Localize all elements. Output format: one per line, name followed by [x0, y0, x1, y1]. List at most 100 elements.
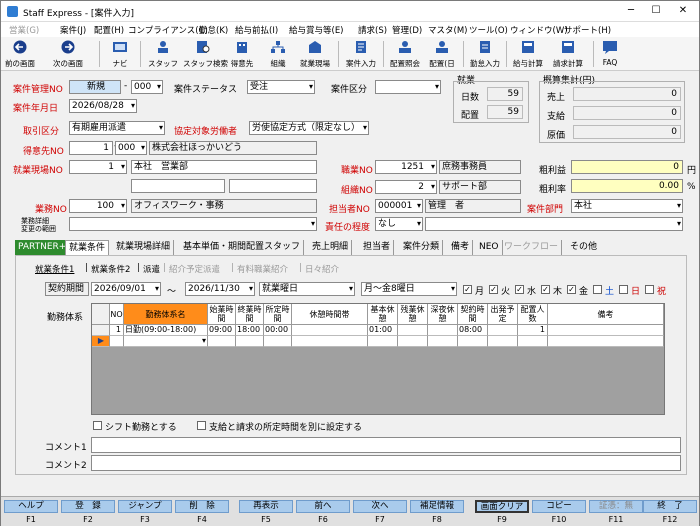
toolbar-worksite[interactable]: 就業現場 — [297, 38, 333, 70]
cell-departure[interactable] — [488, 325, 518, 336]
date-field[interactable]: 2026/08/28 — [69, 99, 137, 113]
maximize-button[interactable]: ☐ — [644, 4, 668, 18]
new-cell-no[interactable] — [110, 336, 124, 347]
tab-case-class[interactable]: 案件分類 — [400, 240, 444, 255]
tab-workflow[interactable]: ワークフロー — [501, 240, 563, 255]
work-no-field[interactable]: 100 — [69, 199, 127, 213]
contract-from-field[interactable]: 2026/09/01 — [91, 282, 161, 296]
toolbar-customer[interactable]: 得意先 — [227, 38, 257, 70]
site-extra-field-2[interactable] — [229, 179, 317, 193]
menu-master[interactable]: マスタ(M) — [428, 24, 467, 36]
weekday-checkbox[interactable] — [593, 285, 602, 294]
deal-type-select[interactable]: 有期雇用派遣 — [69, 121, 165, 135]
tab-work-conditions[interactable]: 就業条件 — [65, 240, 110, 255]
tab-partner[interactable]: PARTNER+ — [15, 240, 71, 255]
menu-tools[interactable]: ツール(O) — [469, 24, 508, 36]
toolbar-staff-search[interactable]: スタッフ検索 — [183, 38, 228, 70]
tab-sales-detail[interactable]: 売上明細 — [309, 240, 353, 255]
comment2-field[interactable] — [91, 455, 681, 471]
f11-voucher-button[interactable]: 証憑：無 — [589, 500, 643, 513]
toolbar-faq[interactable]: FAQ — [597, 38, 623, 70]
new-cell[interactable] — [368, 336, 398, 347]
tab-neo[interactable]: NEO — [476, 240, 503, 255]
case-no-suffix-select[interactable]: 000 — [131, 80, 163, 94]
cell-night-break[interactable] — [428, 325, 458, 336]
menu-billing[interactable]: 請求(S) — [358, 24, 387, 36]
comment1-field[interactable] — [91, 437, 681, 453]
menu-admin[interactable]: 管理(D) — [392, 24, 422, 36]
new-cell[interactable] — [458, 336, 488, 347]
org-no-field[interactable]: 2 — [375, 180, 437, 194]
subtab-conditions-2-label[interactable]: 就業条件2 — [91, 263, 130, 276]
new-cell[interactable] — [428, 336, 458, 347]
menu-support[interactable]: サポート(H) — [564, 24, 611, 36]
toolbar-attendance-entry[interactable]: 勤怠入力 — [467, 38, 503, 70]
staff-no-field[interactable]: 000001 — [375, 199, 423, 213]
site-extra-field-1[interactable] — [131, 179, 225, 193]
toolbar-organization[interactable]: 組織 — [263, 38, 293, 70]
close-button[interactable]: ✕ — [671, 4, 695, 18]
f2-register-button[interactable]: 登 録 — [61, 500, 115, 513]
menu-assign[interactable]: 配置(H) — [94, 24, 124, 36]
toolbar-forward[interactable]: 次の画面 — [51, 38, 85, 70]
new-cell[interactable] — [236, 336, 264, 347]
cell-headcount[interactable]: 1 — [518, 325, 548, 336]
toolbar-payroll-calc[interactable]: 給与計算 — [509, 38, 547, 70]
work-detail-select[interactable] — [69, 217, 317, 231]
f8-supplement-button[interactable]: 補足情報 — [410, 500, 464, 513]
status-select[interactable]: 受注 — [247, 80, 315, 94]
toolbar-assignment-daily[interactable]: 配置(日 — [425, 38, 459, 70]
contract-period-button[interactable]: 契約期間 — [45, 282, 89, 296]
menu-sales[interactable]: 営業(G) — [9, 24, 39, 36]
toolbar-back[interactable]: 前の画面 — [3, 38, 37, 70]
cell-break-range[interactable] — [292, 325, 368, 336]
weekday-checkbox[interactable] — [619, 285, 628, 294]
f5-refresh-button[interactable]: 再表示 — [239, 500, 293, 513]
f9-clear-button[interactable]: 画面クリア — [475, 500, 529, 513]
minimize-button[interactable]: ─ — [619, 4, 643, 18]
toolbar-case-entry[interactable]: 案件入力 — [343, 38, 379, 70]
new-cell[interactable] — [292, 336, 368, 347]
subtab-intro-dispatch[interactable]: 紹介予定派遣 — [169, 263, 220, 276]
tab-staff[interactable]: 担当者 — [360, 240, 395, 255]
weekday-checkbox[interactable]: ✓ — [515, 285, 524, 294]
subtab-conditions-1[interactable]: 就業条件1 — [35, 263, 74, 276]
resp-select[interactable]: なし — [375, 217, 423, 231]
cell-name[interactable]: 日勤(09:00-18:00) — [124, 325, 208, 336]
contract-to-field[interactable]: 2026/11/30 — [185, 282, 255, 296]
new-cell[interactable] — [488, 336, 518, 347]
cell-no[interactable]: 1 — [110, 325, 124, 336]
resp-detail-select[interactable] — [425, 217, 683, 231]
subtab-daily-intro[interactable]: 日々紹介 — [305, 263, 339, 276]
f7-next-button[interactable]: 次へ — [353, 500, 407, 513]
f4-delete-button[interactable]: 削 除 — [175, 500, 229, 513]
weekday-checkbox[interactable]: ✓ — [489, 285, 498, 294]
weekday-checkbox[interactable]: ✓ — [463, 285, 472, 294]
cell-contract-time[interactable]: 08:00 — [458, 325, 488, 336]
site-no-field[interactable]: 1 — [69, 160, 127, 174]
subtab-paid-intro[interactable]: 有料職業紹介 — [237, 263, 288, 276]
site-name-field[interactable]: 本社 営業部 — [131, 160, 317, 174]
menu-compliance[interactable]: コンプライアンス(C) — [128, 24, 208, 36]
weekday-checkbox[interactable]: ✓ — [567, 285, 576, 294]
customer-no-field[interactable]: 1 — [69, 141, 113, 155]
tab-unit-price[interactable]: 基本単価・期間配置スタッフ — [180, 240, 305, 255]
cell-basic-break[interactable]: 01:00 — [368, 325, 398, 336]
cell-scheduled[interactable]: 00:00 — [264, 325, 292, 336]
agreement-select[interactable]: 労使協定方式（限定なし） — [249, 121, 369, 135]
menu-payroll[interactable]: 給与賞与等(E) — [289, 24, 344, 36]
new-cell[interactable] — [398, 336, 428, 347]
new-cell[interactable] — [518, 336, 548, 347]
f10-copy-button[interactable]: コピー — [532, 500, 586, 513]
new-cell[interactable] — [548, 336, 664, 347]
menu-case[interactable]: 案件(J) — [60, 24, 86, 36]
cell-overtime-break[interactable] — [398, 325, 428, 336]
job-no-field[interactable]: 1251 — [375, 160, 437, 174]
f12-exit-button[interactable]: 終 了 — [643, 500, 697, 513]
days-select[interactable]: 月～金8曜日 — [361, 282, 457, 296]
toolbar-billing-calc[interactable]: 請求計算 — [549, 38, 587, 70]
toolbar-assignment-inquiry[interactable]: 配置照会 — [387, 38, 423, 70]
separate-time-checkbox[interactable] — [197, 421, 206, 430]
menu-attendance[interactable]: 勤怠(K) — [199, 24, 228, 36]
toolbar-staff[interactable]: スタッフ — [146, 38, 180, 70]
